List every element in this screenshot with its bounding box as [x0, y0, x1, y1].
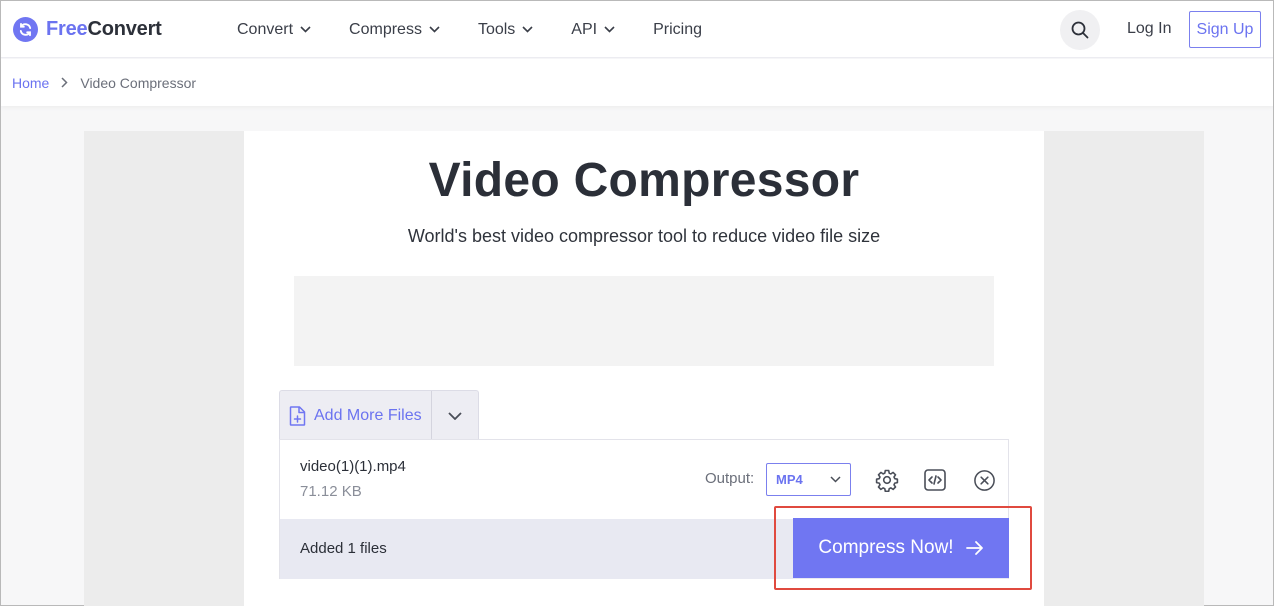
chevron-down-icon	[448, 411, 462, 420]
compress-now-label: Compress Now!	[818, 537, 954, 558]
file-add-icon	[289, 405, 306, 426]
embed-code-button[interactable]	[921, 466, 949, 494]
chevron-down-icon	[522, 26, 533, 33]
add-more-files-button[interactable]: Add More Files	[280, 391, 431, 440]
output-format-value: MP4	[776, 472, 803, 487]
added-files-count: Added 1 files	[300, 540, 387, 557]
chevron-right-icon	[61, 77, 68, 88]
breadcrumb: Home Video Compressor	[1, 59, 1273, 106]
nav-convert-label: Convert	[237, 20, 294, 38]
nav-api[interactable]: API	[571, 21, 615, 39]
login-link[interactable]: Log In	[1127, 20, 1171, 38]
nav-pricing[interactable]: Pricing	[653, 21, 702, 39]
file-size: 71.12 KB	[300, 483, 362, 500]
add-more-files-group: Add More Files	[279, 390, 479, 440]
chevron-down-icon	[604, 26, 615, 33]
logo-refresh-icon	[13, 17, 38, 42]
compress-now-button[interactable]: Compress Now!	[793, 518, 1009, 578]
chevron-down-icon	[830, 476, 841, 483]
nav-api-label: API	[571, 20, 598, 38]
nav-compress[interactable]: Compress	[349, 21, 440, 39]
remove-file-button[interactable]	[970, 466, 998, 494]
close-circle-icon	[973, 469, 995, 491]
signup-button[interactable]: Sign Up	[1189, 11, 1261, 48]
add-more-files-label: Add More Files	[314, 406, 422, 424]
logo[interactable]: FreeConvert	[13, 17, 162, 42]
nav-tools[interactable]: Tools	[478, 21, 533, 39]
file-name: video(1)(1).mp4	[300, 458, 406, 475]
add-files-dropdown-toggle[interactable]	[432, 391, 478, 440]
arrow-right-icon	[965, 541, 983, 555]
ad-banner-slot	[294, 276, 994, 366]
code-icon	[924, 469, 946, 491]
left-ad-area	[84, 131, 244, 606]
main-nav: Convert Compress Tools API Pricing	[237, 1, 740, 58]
top-header: FreeConvert Convert Compress Tools API P…	[1, 1, 1273, 58]
logo-text-free: Free	[46, 18, 88, 40]
breadcrumb-home[interactable]: Home	[12, 75, 49, 91]
logo-text-convert: Convert	[87, 18, 162, 40]
nav-tools-label: Tools	[477, 20, 516, 38]
logo-text: FreeConvert	[46, 18, 162, 41]
search-button[interactable]	[1060, 10, 1100, 50]
page-subtitle: World's best video compressor tool to re…	[407, 226, 881, 246]
chevron-down-icon	[429, 26, 440, 33]
page-title: Video Compressor	[428, 154, 860, 207]
output-label: Output:	[705, 470, 755, 487]
search-icon	[1071, 21, 1089, 39]
settings-button[interactable]	[873, 466, 901, 494]
nav-convert[interactable]: Convert	[237, 21, 311, 39]
nav-pricing-label: Pricing	[653, 20, 702, 38]
chevron-down-icon	[300, 26, 311, 33]
nav-compress-label: Compress	[349, 20, 422, 38]
gear-icon	[875, 469, 899, 492]
output-format-select[interactable]: MP4	[766, 463, 851, 496]
right-ad-area	[1044, 131, 1204, 606]
breadcrumb-current: Video Compressor	[80, 74, 197, 91]
